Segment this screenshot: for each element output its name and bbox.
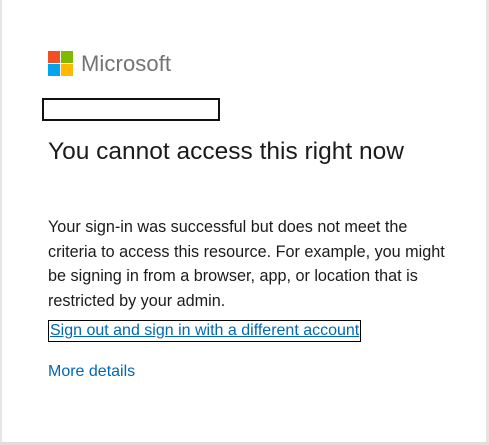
more-details-link[interactable]: More details [48,362,135,382]
microsoft-logo-icon [48,51,73,76]
logo-square-yellow [61,64,73,76]
sign-out-link[interactable]: Sign out and sign in with a different ac… [48,320,362,342]
sign-in-error-page: Microsoft You cannot access this right n… [0,0,489,445]
page-title: You cannot access this right now [48,138,404,165]
error-description: Your sign-in was successful but does not… [48,218,445,310]
brand-name: Microsoft [81,51,172,76]
logo-square-blue [48,64,60,76]
microsoft-logo: Microsoft [48,51,171,76]
logo-square-red [48,51,60,63]
frame-left-border [0,0,2,445]
logo-square-green [61,51,73,63]
account-identity-redacted [42,98,220,121]
